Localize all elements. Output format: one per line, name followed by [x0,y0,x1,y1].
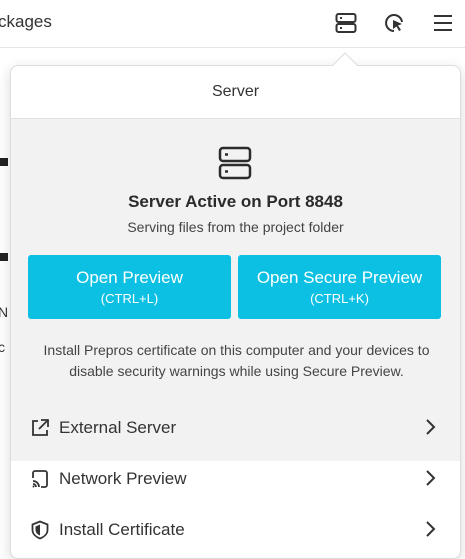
popover-title: Server [211,83,260,100]
background-fragment [0,158,8,166]
server-status-title: Server Active on Port 8848 [128,192,343,211]
page-title: ckages [0,12,52,31]
menu-item-label: Network Preview [59,468,187,488]
chevron-right-icon [420,417,440,437]
open-preview-button[interactable]: Open Preview (CTRL+L) [28,255,231,319]
popover-header: Server [11,66,460,119]
shield-icon [29,519,51,541]
menu-item-external-server[interactable]: External Server [11,402,460,453]
background-fragment [0,253,8,261]
server-popover: Server Server Active on Port 8848 Servin… [10,65,461,559]
cast-icon [29,468,51,490]
server-icon[interactable] [333,10,359,36]
external-link-icon [29,417,51,439]
certificate-note: Install Prepros certificate on this comp… [43,342,430,379]
live-reload-icon[interactable] [381,10,407,36]
open-preview-shortcut: (CTRL+L) [100,290,159,306]
open-secure-preview-label: Open Secure Preview [256,267,423,287]
open-preview-label: Open Preview [76,267,183,287]
open-secure-preview-shortcut: (CTRL+K) [310,290,369,306]
server-status-subtitle: Serving files from the project folder [127,219,344,235]
server-icon [218,146,252,180]
menu-item-network-preview[interactable]: Network Preview [11,453,460,504]
hamburger-menu-icon[interactable] [430,10,456,36]
background-text: N [0,304,9,320]
chevron-right-icon [420,468,440,488]
open-secure-preview-button[interactable]: Open Secure Preview (CTRL+K) [238,255,441,319]
background-text: c [0,339,5,355]
menu-item-label: External Server [59,417,177,437]
menu-item-install-certificate[interactable]: Install Certificate [11,504,460,555]
chevron-right-icon [420,519,440,539]
top-bar: ckages [0,0,465,48]
menu-item-label: Install Certificate [59,519,185,539]
